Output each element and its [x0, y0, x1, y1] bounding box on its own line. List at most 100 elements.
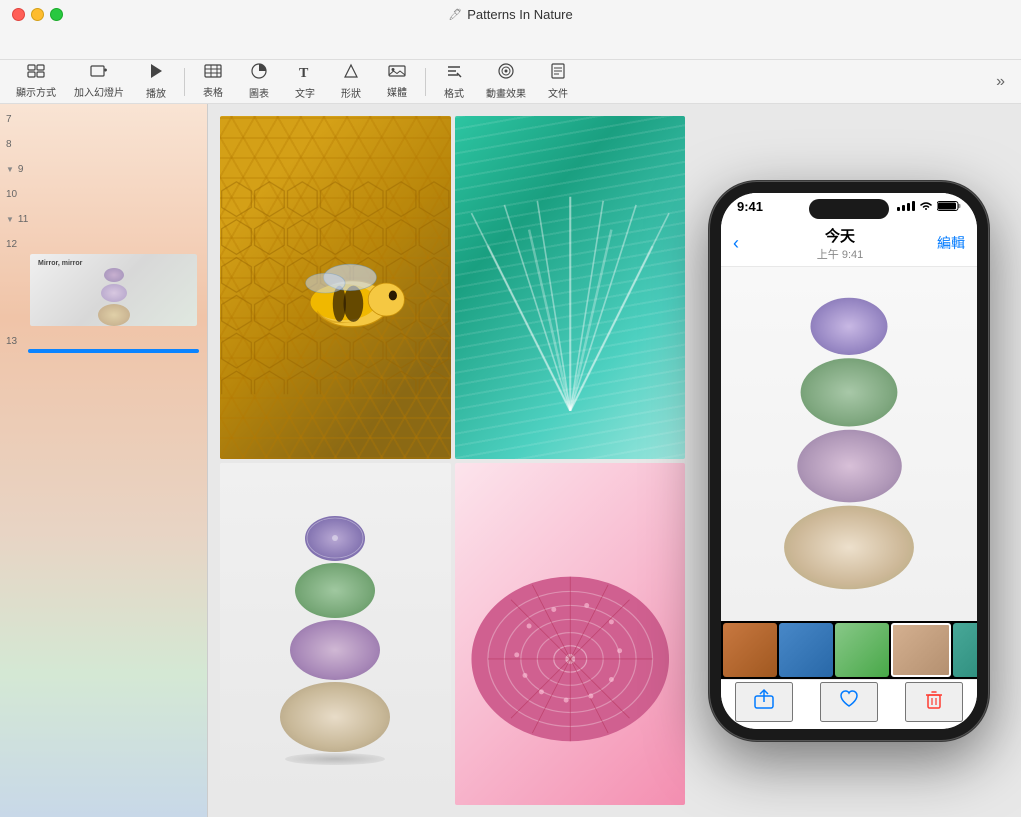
cell-urchin-stack[interactable]: [220, 463, 451, 806]
slide-12-header: 12: [0, 237, 207, 252]
slide-13-thumb[interactable]: Why look for patterns?: [28, 349, 199, 353]
photos-title: 今天: [743, 225, 937, 246]
toolbar-text[interactable]: T 文字: [283, 61, 327, 102]
wifi-icon: [919, 201, 933, 211]
slide-13-header: 13: [0, 334, 207, 349]
media-label: 媒體: [387, 84, 407, 99]
share-button[interactable]: [735, 682, 793, 722]
heart-button[interactable]: [820, 682, 878, 722]
toolbar-animate[interactable]: 動畫效果: [478, 61, 534, 102]
back-button[interactable]: ‹: [733, 233, 739, 254]
cell-pink-urchin[interactable]: [455, 463, 686, 806]
toolbar-play[interactable]: 播放: [134, 61, 178, 102]
photos-app-header: ‹ 今天 上午 9:41 編輯: [721, 221, 977, 267]
media-icon: [388, 64, 406, 83]
toolbar-format[interactable]: 格式: [432, 61, 476, 102]
strip-thumb-4-selected[interactable]: [891, 623, 951, 677]
document-icon: [551, 63, 565, 84]
toolbar-document[interactable]: 文件: [536, 61, 580, 102]
strip-thumb-1[interactable]: [723, 623, 777, 677]
bar-3: [907, 203, 910, 211]
canvas-area: 9:41: [208, 104, 1021, 817]
add-slide-label: 加入幻燈片: [74, 84, 124, 99]
edit-button[interactable]: 編輯: [937, 233, 965, 253]
battery-icon: [937, 200, 961, 212]
text-label: 文字: [295, 85, 315, 100]
slide-10-header: 10: [0, 187, 207, 202]
main-photo-area[interactable]: [721, 267, 977, 621]
slide-8-num: 8: [6, 139, 12, 150]
slide-grid: [220, 116, 685, 805]
slide-7-thumb[interactable]: LAYERS: [28, 127, 199, 131]
bar-1: [897, 207, 900, 211]
toolbar-display[interactable]: 顯示方式: [8, 62, 64, 101]
cell-bee-honeycomb[interactable]: [220, 116, 451, 459]
urchin-1-texture: [305, 516, 365, 561]
strip-thumb-3[interactable]: [835, 623, 889, 677]
slide-9-thumb[interactable]: FRACTALS: [28, 177, 199, 181]
slide-11-header: ▼ 11: [0, 212, 207, 227]
play-icon: [149, 63, 163, 84]
main-urchin-2: [801, 358, 898, 426]
dynamic-island: [809, 199, 889, 219]
fullscreen-button[interactable]: [50, 8, 63, 21]
pin-icon: 🖊: [448, 8, 462, 21]
slide-12-label: Mirror, mirror: [38, 260, 82, 267]
slide-13-num: 13: [6, 336, 17, 347]
iphone-container: 9:41: [689, 116, 1009, 805]
strip-thumb-5[interactable]: [953, 623, 977, 677]
heart-icon: [838, 688, 860, 710]
shape-icon: [343, 63, 359, 84]
window-title: 🖊 Patterns In Nature: [448, 7, 572, 22]
slide-7-header: 7: [0, 112, 207, 127]
text-icon: T: [297, 63, 313, 84]
close-button[interactable]: [12, 8, 25, 21]
honeycomb-svg: [220, 116, 451, 459]
photos-subtitle: 上午 9:41: [743, 246, 937, 262]
shape-label: 形狀: [341, 85, 361, 100]
header-center: 今天 上午 9:41: [743, 225, 937, 262]
slide-7-num: 7: [6, 114, 12, 125]
slide-8-thumb[interactable]: Under the surface: [28, 152, 199, 156]
main-urchin-1: [811, 298, 888, 355]
slide-9-header: ▼ 9: [0, 162, 207, 177]
iphone-device: 9:41: [709, 181, 989, 741]
toolbar-table[interactable]: 表格: [191, 62, 235, 101]
slide-12-thumb[interactable]: Mirror, mirror: [28, 252, 199, 328]
toolbar-add-slide[interactable]: 加入幻燈片: [66, 62, 132, 101]
trash-button[interactable]: [905, 682, 963, 722]
collapse-9-icon[interactable]: ▼: [6, 165, 14, 174]
cell-teal-plant[interactable]: [455, 116, 686, 459]
collapse-11-icon[interactable]: ▼: [6, 215, 14, 224]
urchin-stack-visual: [280, 516, 390, 752]
slide-12-urchins: [98, 268, 130, 326]
display-label: 顯示方式: [16, 84, 56, 99]
chart-label: 圖表: [249, 85, 269, 100]
iphone-screen: 9:41: [721, 193, 977, 729]
slide-10-thumb[interactable]: Look closer: [28, 202, 199, 206]
share-icon: [753, 688, 775, 710]
strip-thumb-2[interactable]: [779, 623, 833, 677]
toolbar-shape[interactable]: 形狀: [329, 61, 373, 102]
table-label: 表格: [203, 84, 223, 99]
play-label: 播放: [146, 85, 166, 100]
toolbar-chart[interactable]: 圖表: [237, 61, 281, 102]
display-icon: [27, 64, 45, 83]
status-icons: [897, 200, 961, 212]
urchin-shadow: [285, 753, 385, 765]
toolbar-media[interactable]: 媒體: [375, 62, 419, 101]
animate-label: 動畫效果: [486, 85, 526, 100]
toolbar-expand[interactable]: »: [988, 69, 1013, 95]
photo-strip[interactable]: [721, 621, 977, 679]
main-photo-urchins: [784, 298, 914, 590]
toolbar-sep-2: [425, 68, 426, 96]
slide-9-num: 9: [18, 164, 24, 175]
format-label: 格式: [444, 85, 464, 100]
slide-panel[interactable]: 7 LAYERS 8 Under the surface ▼ 9 FRACTAL…: [0, 104, 208, 817]
slide-12-content: Mirror, mirror: [30, 254, 197, 326]
titlebar: 🖊 Patterns In Nature: [0, 0, 1021, 60]
slide-11-thumb[interactable]: SYMMETRIES: [28, 227, 199, 231]
teal-plant-svg: [455, 116, 686, 459]
document-label: 文件: [548, 85, 568, 100]
minimize-button[interactable]: [31, 8, 44, 21]
